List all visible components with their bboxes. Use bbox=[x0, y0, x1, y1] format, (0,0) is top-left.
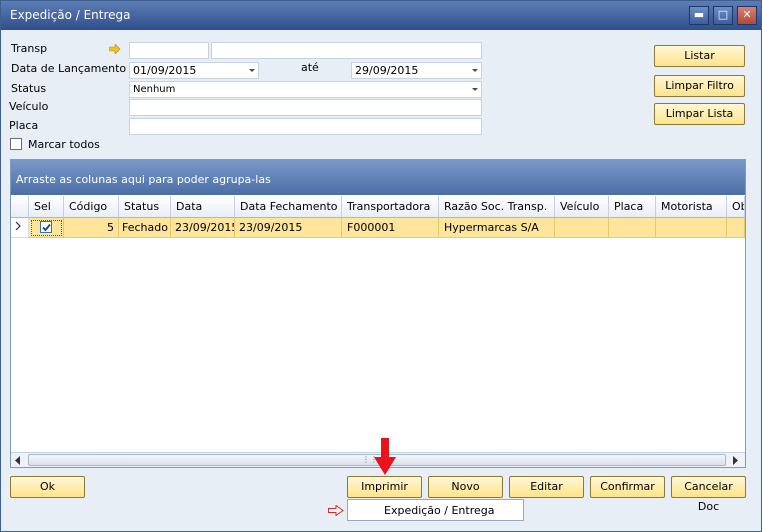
chevron-down-icon[interactable] bbox=[249, 69, 255, 72]
table-cell-status[interactable]: Fechado bbox=[119, 218, 171, 238]
data-lancamento-label: Data de Lançamento bbox=[11, 62, 127, 75]
title-bar[interactable]: Expedição / Entrega ▬ □ ✕ bbox=[1, 1, 761, 30]
scroll-right-icon[interactable] bbox=[733, 456, 739, 465]
ok-button[interactable]: Ok bbox=[10, 476, 85, 498]
checkmark-icon bbox=[42, 223, 51, 232]
scroll-left-icon[interactable] bbox=[15, 456, 21, 465]
data-from-input[interactable]: 01/09/2015 bbox=[129, 62, 259, 79]
column-header-obs[interactable]: Obs bbox=[727, 196, 745, 218]
status-value: Nenhum bbox=[133, 84, 176, 95]
transp-code-input[interactable] bbox=[129, 42, 209, 59]
maximize-button[interactable]: □ bbox=[713, 6, 733, 25]
table-cell-data-fechamento[interactable]: 23/09/2015 bbox=[235, 218, 342, 238]
table-cell-codigo[interactable]: 5 bbox=[64, 218, 119, 238]
group-panel[interactable]: Arraste as colunas aqui para poder agrup… bbox=[11, 160, 745, 195]
limpar-filtro-button[interactable]: Limpar Filtro bbox=[654, 75, 745, 97]
column-header-placa[interactable]: Placa bbox=[609, 196, 656, 218]
veiculo-input[interactable] bbox=[129, 99, 482, 116]
column-header-veiculo[interactable]: Veículo bbox=[555, 196, 609, 218]
link-arrow-icon[interactable] bbox=[109, 44, 121, 54]
marcar-todos-checkbox[interactable] bbox=[10, 138, 22, 150]
table-cell-data[interactable]: 23/09/2015 bbox=[171, 218, 235, 238]
row-select-checkbox[interactable] bbox=[40, 221, 52, 233]
column-header-codigo[interactable]: Código bbox=[64, 196, 119, 218]
column-header-data[interactable]: Data bbox=[171, 196, 235, 218]
data-from-value: 01/09/2015 bbox=[133, 64, 197, 77]
expedicao-grid[interactable]: Arraste as colunas aqui para poder agrup… bbox=[10, 159, 746, 468]
cancelar-doc-button[interactable]: Cancelar Doc bbox=[671, 476, 746, 513]
marcar-todos-label: Marcar todos bbox=[28, 138, 100, 151]
table-cell-motorista[interactable] bbox=[656, 218, 727, 238]
limpar-lista-button[interactable]: Limpar Lista bbox=[654, 103, 745, 125]
column-header-transportadora[interactable]: Transportadora bbox=[342, 196, 439, 218]
table-cell-razao[interactable]: Hypermarcas S/A bbox=[439, 218, 555, 238]
status-select[interactable]: Nenhum bbox=[129, 81, 482, 98]
main-window: Expedição / Entrega ▬ □ ✕ Transp Data de… bbox=[0, 0, 762, 532]
column-header-razao[interactable]: Razão Soc. Transp. bbox=[439, 196, 555, 218]
chevron-down-icon[interactable] bbox=[472, 69, 478, 72]
data-to-input[interactable]: 29/09/2015 bbox=[351, 62, 482, 79]
row-indicator[interactable] bbox=[11, 218, 29, 238]
row-indicator-header bbox=[11, 196, 29, 218]
table-cell-sel[interactable] bbox=[29, 218, 64, 238]
placa-input[interactable] bbox=[129, 118, 482, 135]
window-title: Expedição / Entrega bbox=[10, 8, 131, 22]
menu-arrow-icon bbox=[328, 505, 344, 516]
transp-label: Transp bbox=[11, 42, 48, 55]
table-cell-transportadora[interactable]: F000001 bbox=[342, 218, 439, 238]
menu-item-expedicao-entrega[interactable]: Expedição / Entrega bbox=[384, 504, 494, 517]
column-header-data-fechamento[interactable]: Data Fechamento bbox=[235, 196, 342, 218]
table-cell-obs[interactable] bbox=[727, 218, 745, 238]
ate-label: até bbox=[301, 61, 319, 74]
novo-button[interactable]: Novo bbox=[428, 476, 503, 498]
close-button[interactable]: ✕ bbox=[737, 6, 757, 25]
placa-label: Placa bbox=[9, 119, 39, 132]
imprimir-button[interactable]: Imprimir bbox=[347, 476, 422, 498]
column-header-sel[interactable]: Sel bbox=[29, 196, 64, 218]
chevron-down-icon[interactable] bbox=[472, 88, 478, 91]
table-cell-veiculo[interactable] bbox=[555, 218, 609, 238]
veiculo-label: Veículo bbox=[9, 100, 49, 113]
print-popup-menu: Expedição / Entrega bbox=[347, 499, 524, 521]
table-cell-placa[interactable] bbox=[609, 218, 656, 238]
listar-button[interactable]: Listar bbox=[654, 45, 745, 67]
editar-button[interactable]: Editar bbox=[509, 476, 584, 498]
status-label: Status bbox=[11, 82, 47, 95]
red-pointer-arrow-icon bbox=[374, 438, 396, 475]
minimize-button[interactable]: ▬ bbox=[689, 6, 709, 25]
row-pointer-icon bbox=[15, 221, 21, 231]
data-to-value: 29/09/2015 bbox=[355, 64, 419, 77]
column-header-motorista[interactable]: Motorista bbox=[656, 196, 727, 218]
column-header-status[interactable]: Status bbox=[119, 196, 171, 218]
transp-name-input[interactable] bbox=[211, 42, 482, 59]
confirmar-button[interactable]: Confirmar bbox=[590, 476, 665, 498]
